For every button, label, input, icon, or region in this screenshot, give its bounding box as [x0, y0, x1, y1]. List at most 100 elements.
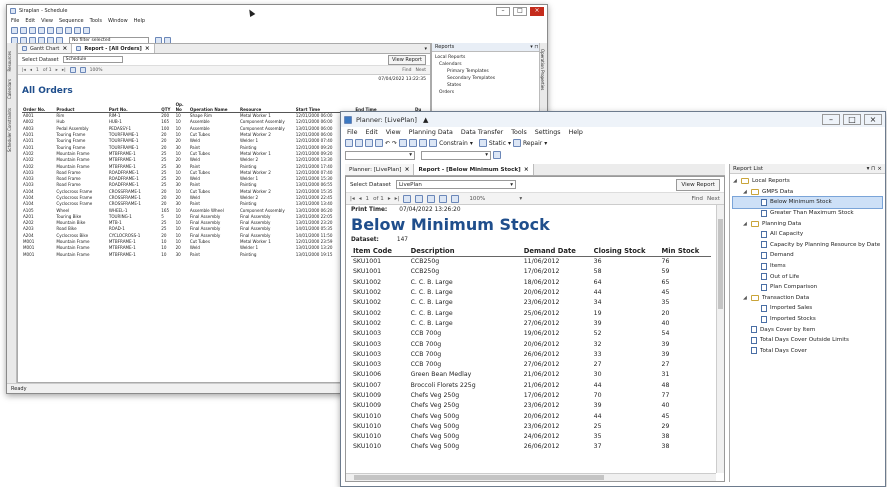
- tab-all-orders-report[interactable]: Report - [All Orders] ×: [72, 44, 155, 53]
- horizontal-scrollbar[interactable]: [346, 473, 716, 481]
- zoom-dropdown-icon[interactable]: ▾: [519, 196, 522, 202]
- export-icon[interactable]: [451, 194, 460, 203]
- prev-page-icon[interactable]: ◂: [30, 68, 32, 73]
- vertical-scrollbar[interactable]: [716, 205, 724, 473]
- menu-edit[interactable]: Edit: [366, 129, 378, 136]
- reports-tree-item[interactable]: States: [435, 82, 544, 89]
- reports-tree-item[interactable]: Primary Templates: [435, 68, 544, 75]
- side-tab-constraints[interactable]: Scheduler Constraints: [7, 108, 12, 152]
- undo-icon[interactable]: [38, 26, 45, 34]
- report-tree-item[interactable]: ◢ Local Reports: [733, 176, 882, 187]
- report-tree-item[interactable]: All Capacity: [733, 229, 882, 240]
- new-icon[interactable]: [11, 26, 18, 34]
- report-tree-item[interactable]: Below Minimum Stock: [732, 196, 883, 209]
- dataset-select[interactable]: LivePlan ▾: [395, 180, 516, 189]
- scroll-thumb[interactable]: [354, 475, 604, 480]
- minimize-button[interactable]: –: [496, 6, 510, 16]
- menu-window[interactable]: Window: [108, 18, 128, 24]
- last-page-icon[interactable]: ▸|: [62, 68, 66, 73]
- report-tree-item[interactable]: Total Days Cover Outside Limits: [733, 335, 882, 346]
- repair-button[interactable]: Repair: [523, 140, 542, 147]
- redo-icon[interactable]: ↷: [392, 140, 397, 147]
- zoom-select[interactable]: 100%: [90, 68, 103, 73]
- menu-file[interactable]: File: [11, 18, 19, 24]
- report-tree-item[interactable]: Demand: [733, 250, 882, 261]
- view-report-button[interactable]: View Report: [676, 178, 720, 191]
- menu-tools[interactable]: Tools: [511, 129, 527, 136]
- plan-icon[interactable]: [419, 139, 428, 147]
- close-tab-icon[interactable]: ×: [404, 166, 409, 173]
- report-tree-item[interactable]: Capacity by Planning Resource by Date: [733, 240, 882, 251]
- settings-icon[interactable]: [83, 26, 90, 34]
- next-page-icon[interactable]: ▸: [388, 196, 391, 202]
- grid-icon[interactable]: [56, 26, 63, 34]
- tabs-dropdown-icon[interactable]: ▾: [424, 46, 430, 52]
- close-tab-icon[interactable]: ×: [524, 166, 529, 173]
- report-tree-item[interactable]: ◢ Transaction Data: [733, 293, 882, 304]
- tab-planner[interactable]: Planner: [LivePlan] ×: [345, 164, 415, 175]
- report-tree-item[interactable]: ◢ GMPS Data: [733, 187, 882, 198]
- view-report-button[interactable]: View Report: [387, 54, 426, 65]
- open-icon[interactable]: [20, 26, 27, 34]
- report-tree-item[interactable]: Plan Comparison: [733, 282, 882, 293]
- menu-help[interactable]: Help: [569, 129, 583, 136]
- menu-view[interactable]: View: [386, 129, 401, 136]
- report-tree-item[interactable]: Imported Sales: [733, 303, 882, 314]
- first-page-icon[interactable]: |◂: [350, 196, 355, 202]
- reports-tree-item[interactable]: Orders: [435, 89, 544, 96]
- repair-dropdown-icon[interactable]: ▾: [544, 140, 547, 147]
- tab-below-minimum-stock[interactable]: Report - [Below Minimum Stock] ×: [414, 164, 534, 175]
- report-tree-item[interactable]: Greater Than Maximum Stock: [733, 208, 882, 219]
- undo-icon[interactable]: ↶: [385, 140, 390, 147]
- report-tree-item[interactable]: Imported Stocks: [733, 314, 882, 325]
- maximize-button[interactable]: □: [843, 114, 861, 125]
- menu-view[interactable]: View: [41, 18, 53, 24]
- menu-help[interactable]: Help: [134, 18, 145, 24]
- page-setup-icon[interactable]: [439, 194, 448, 203]
- table-icon[interactable]: [399, 139, 408, 147]
- side-tab-calendars[interactable]: Calendars: [7, 79, 12, 99]
- dataset-select[interactable]: Schedule: [62, 56, 123, 63]
- repair-icon[interactable]: [513, 139, 522, 147]
- constrain-button[interactable]: Constrain: [439, 140, 468, 147]
- next-page-icon[interactable]: ▸: [56, 68, 58, 73]
- minimize-button[interactable]: –: [822, 114, 840, 125]
- close-tab-icon[interactable]: ×: [62, 45, 67, 52]
- redo-icon[interactable]: [47, 26, 54, 34]
- menu-edit[interactable]: Edit: [25, 18, 35, 24]
- view-select[interactable]: ▾: [421, 150, 491, 160]
- print-icon[interactable]: [375, 139, 383, 147]
- report-tree-item[interactable]: Total Days Cover: [733, 346, 882, 357]
- menu-planning-data[interactable]: Planning Data: [409, 129, 453, 136]
- zoom-select[interactable]: 100%: [469, 196, 485, 202]
- menu-settings[interactable]: Settings: [535, 129, 561, 136]
- layout-icon[interactable]: [493, 151, 501, 159]
- reports-tree-item[interactable]: Local Reports: [435, 54, 544, 61]
- next-link[interactable]: Next: [416, 68, 426, 73]
- close-button[interactable]: ×: [530, 6, 544, 16]
- menu-tools[interactable]: Tools: [90, 18, 102, 24]
- scroll-thumb[interactable]: [718, 219, 723, 309]
- first-page-icon[interactable]: |◂: [22, 68, 26, 73]
- find-link[interactable]: Find: [402, 68, 411, 73]
- prev-page-icon[interactable]: ◂: [359, 196, 362, 202]
- menu-sequence[interactable]: Sequence: [59, 18, 84, 24]
- save-icon[interactable]: [29, 26, 36, 34]
- static-dropdown-icon[interactable]: ▾: [508, 140, 511, 147]
- side-tab-resources[interactable]: Resources: [7, 51, 12, 71]
- report-tree-item[interactable]: ◢ Planning Data: [733, 218, 882, 229]
- next-link[interactable]: Next: [707, 196, 720, 202]
- side-tab-operation-properties[interactable]: Operation Properties: [540, 49, 545, 90]
- menu-data-transfer[interactable]: Data Transfer: [461, 129, 503, 136]
- panel-pin-icon[interactable]: ▾ ⊓ ×: [867, 166, 882, 172]
- tab-gantt-chart[interactable]: Gantt Chart ×: [18, 44, 73, 53]
- static-icon[interactable]: [478, 139, 487, 147]
- filter-icon[interactable]: [74, 26, 81, 34]
- report-tree-item[interactable]: Out of Life: [733, 271, 882, 282]
- report-tree-item[interactable]: Days Cover by Item: [733, 324, 882, 335]
- close-tab-icon[interactable]: ×: [145, 45, 150, 52]
- menu-file[interactable]: File: [347, 129, 358, 136]
- plan-select[interactable]: ▾: [345, 150, 415, 160]
- open-icon[interactable]: [355, 139, 363, 147]
- report-tree-item[interactable]: Items: [733, 261, 882, 272]
